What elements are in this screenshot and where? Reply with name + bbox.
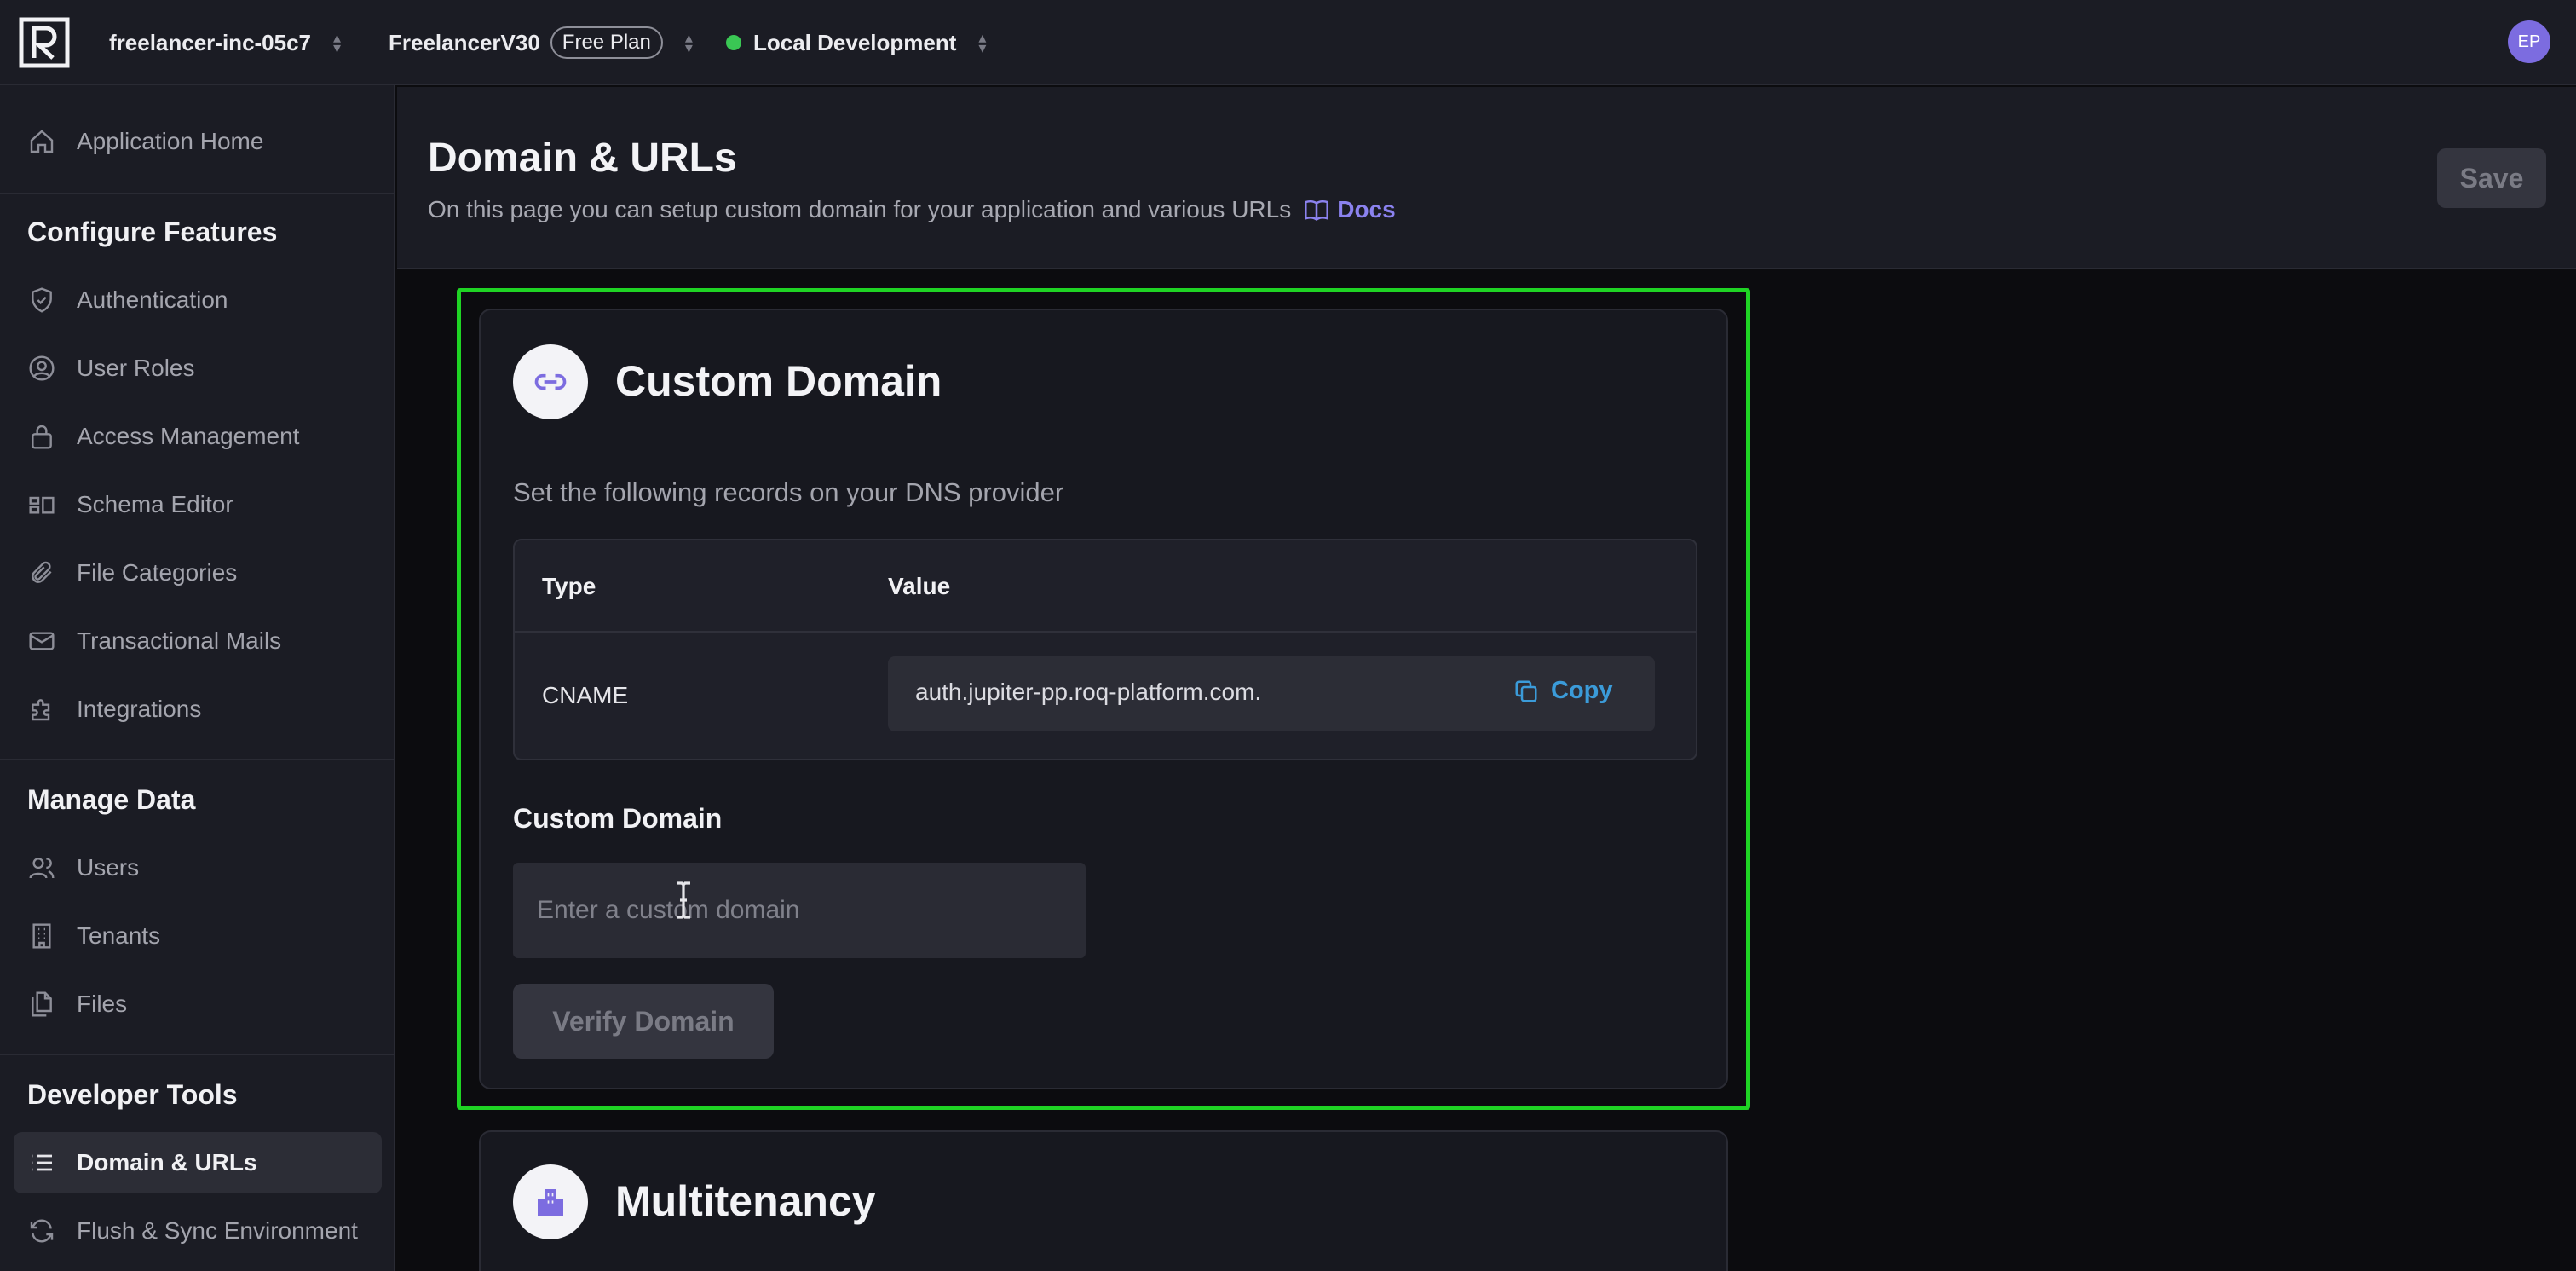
refresh-icon (27, 1216, 56, 1245)
sidebar-item-application-home[interactable]: Application Home (14, 111, 382, 172)
sidebar-divider (0, 193, 394, 194)
shield-check-icon (27, 286, 56, 315)
sidebar-item-transactional-mails[interactable]: Transactional Mails (14, 610, 382, 672)
top-bar: freelancer-inc-05c7 ▴ ▾ FreelancerV30 Fre… (0, 0, 2576, 85)
user-circle-icon (27, 354, 56, 383)
save-button[interactable]: Save (2437, 148, 2546, 208)
list-icon (27, 1148, 56, 1177)
sidebar-item-label: Integrations (77, 696, 202, 722)
plan-badge: Free Plan (550, 26, 663, 59)
sidebar-item-label: Transactional Mails (77, 627, 282, 654)
sidebar: Application Home Configure Features Auth… (0, 85, 395, 1271)
app-switcher[interactable]: FreelancerV30 Free Plan ▴ ▾ (389, 0, 693, 85)
chevron-updown-icon: ▴ ▾ (333, 29, 342, 56)
sidebar-item-user-roles[interactable]: User Roles (14, 338, 382, 399)
home-icon (27, 127, 56, 156)
book-icon (1305, 199, 1329, 221)
environment-name: Local Development (753, 29, 957, 55)
app-logo-icon[interactable] (19, 17, 70, 68)
sidebar-item-label: Schema Editor (77, 491, 233, 517)
sidebar-item-integrations[interactable]: Integrations (14, 679, 382, 740)
files-icon (27, 990, 56, 1019)
sidebar-item-flush-sync[interactable]: Flush & Sync Environment (14, 1200, 382, 1262)
sidebar-item-files[interactable]: Files (14, 973, 382, 1035)
docs-link[interactable]: Docs (1303, 196, 1396, 223)
page-subtitle-text: On this page you can setup custom domain… (428, 196, 1292, 222)
building-icon (513, 1164, 588, 1239)
sidebar-item-label: Flush & Sync Environment (77, 1217, 358, 1244)
sidebar-item-schema-editor[interactable]: Schema Editor (14, 474, 382, 535)
chevron-updown-icon: ▴ ▾ (684, 29, 693, 56)
sidebar-divider (0, 1054, 394, 1055)
sidebar-item-domain-urls[interactable]: Domain & URLs (14, 1132, 382, 1193)
sidebar-item-label: Access Management (77, 423, 300, 449)
sidebar-item-label: Application Home (77, 128, 264, 154)
sidebar-item-users[interactable]: Users (14, 837, 382, 898)
sidebar-item-label: Tenants (77, 922, 161, 949)
chevron-updown-icon: ▴ ▾ (978, 29, 987, 56)
sidebar-item-label: Files (77, 991, 128, 1017)
sidebar-item-label: Domain & URLs (77, 1149, 257, 1176)
page-title: Domain & URLs (428, 136, 737, 181)
sidebar-section-configure: Configure Features (27, 217, 278, 247)
sidebar-item-label: User Roles (77, 355, 195, 381)
user-avatar[interactable]: EP (2508, 20, 2550, 63)
schema-icon (27, 490, 56, 519)
sidebar-section-developer: Developer Tools (27, 1079, 238, 1110)
page-header: Domain & URLs On this page you can setup… (397, 87, 2576, 269)
sidebar-item-file-categories[interactable]: File Categories (14, 542, 382, 604)
paperclip-icon (27, 558, 56, 587)
lock-icon (27, 422, 56, 451)
sidebar-item-authentication[interactable]: Authentication (14, 269, 382, 331)
users-icon (27, 853, 56, 882)
org-name: freelancer-inc-05c7 (109, 29, 312, 55)
sidebar-item-tenants[interactable]: Tenants (14, 905, 382, 967)
app-name: FreelancerV30 (389, 29, 540, 55)
environment-switcher[interactable]: Local Development ▴ ▾ (726, 0, 986, 85)
environment-status-dot (726, 35, 741, 50)
mail-icon (27, 627, 56, 656)
building-icon (27, 921, 56, 950)
sidebar-item-label: File Categories (77, 559, 238, 586)
sidebar-section-manage: Manage Data (27, 784, 196, 815)
sidebar-item-label: Users (77, 854, 140, 881)
sidebar-item-label: Authentication (77, 286, 228, 313)
sidebar-item-access-management[interactable]: Access Management (14, 406, 382, 467)
docs-link-label: Docs (1337, 196, 1396, 222)
puzzle-icon (27, 695, 56, 724)
org-switcher[interactable]: freelancer-inc-05c7 ▴ ▾ (109, 0, 341, 85)
page-subtitle: On this page you can setup custom domain… (428, 196, 1396, 223)
card-title: Multitenancy (615, 1177, 876, 1225)
multitenancy-card: Multitenancy (479, 1130, 1728, 1271)
selection-highlight (457, 288, 1750, 1110)
sidebar-divider (0, 759, 394, 760)
